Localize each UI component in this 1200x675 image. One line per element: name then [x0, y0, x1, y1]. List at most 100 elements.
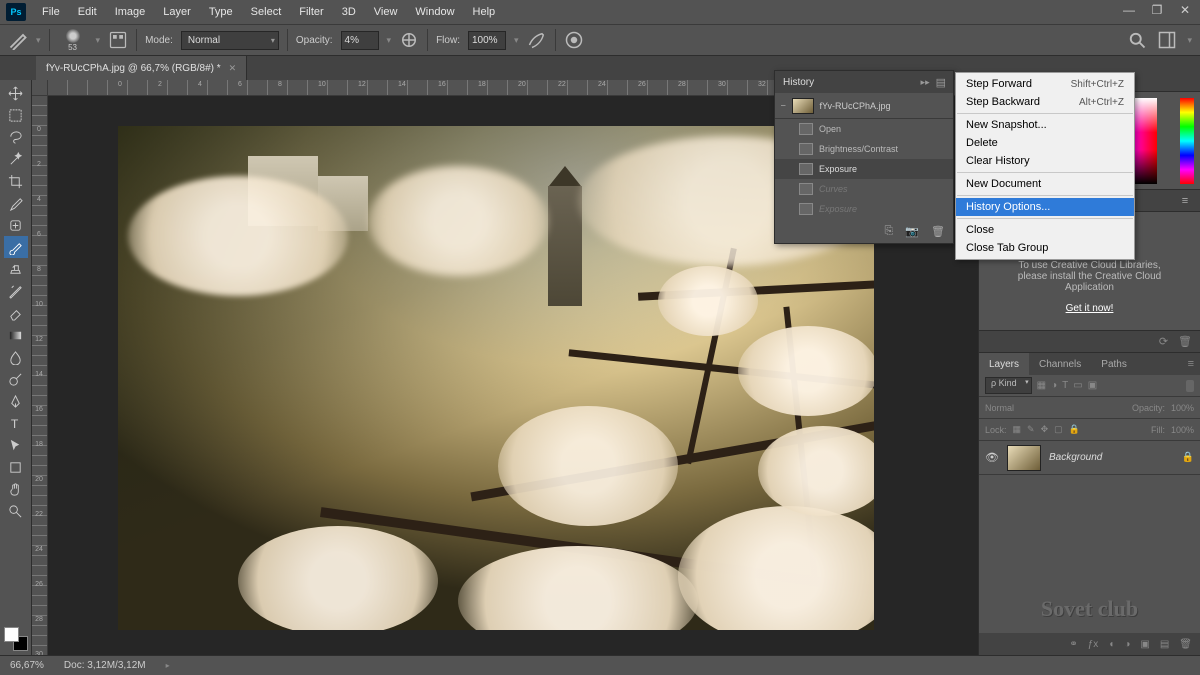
move-tool[interactable] [4, 82, 28, 104]
filter-shape-icon[interactable]: ▭ [1073, 380, 1082, 391]
flow-field[interactable]: 100% [468, 31, 506, 50]
doc-info[interactable]: Doc: 3,12M/3,12M [64, 660, 146, 671]
new-layer-icon[interactable]: ▤ [1160, 639, 1169, 650]
menu-image[interactable]: Image [107, 3, 154, 21]
history-step[interactable]: Curves [775, 179, 953, 199]
history-step[interactable]: Exposure [775, 199, 953, 219]
brush-tool[interactable] [4, 236, 28, 258]
pressure-size-icon[interactable] [564, 30, 584, 50]
menu-select[interactable]: Select [243, 3, 290, 21]
brush-preview[interactable]: 53 [58, 28, 88, 52]
color-swatches[interactable] [4, 627, 28, 651]
window-close-icon[interactable]: ✕ [1176, 3, 1194, 17]
hand-tool[interactable] [4, 478, 28, 500]
menu-help[interactable]: Help [465, 3, 504, 21]
context-menu-item[interactable]: New Document [956, 175, 1134, 193]
menu-3d[interactable]: 3D [334, 3, 364, 21]
hue-slider[interactable] [1180, 98, 1194, 184]
lock-position-icon[interactable]: ✥ [1041, 424, 1049, 435]
layer-opacity-value[interactable]: 100% [1171, 403, 1194, 413]
filter-kind-select[interactable]: ρ Kind [985, 377, 1032, 394]
tab-channels[interactable]: Channels [1029, 353, 1091, 375]
menu-window[interactable]: Window [407, 3, 462, 21]
fill-value[interactable]: 100% [1171, 425, 1194, 435]
context-menu-item[interactable]: New Snapshot... [956, 116, 1134, 134]
panel-menu-icon[interactable]: ≡ [1176, 193, 1194, 209]
window-restore-icon[interactable]: ❐ [1148, 3, 1166, 17]
filter-pixel-icon[interactable]: ▦ [1037, 380, 1046, 391]
layer-row[interactable]: 👁 Background 🔒 [979, 441, 1200, 475]
path-select-tool[interactable] [4, 434, 28, 456]
history-step[interactable]: Exposure [775, 159, 953, 179]
menu-layer[interactable]: Layer [155, 3, 199, 21]
fx-icon[interactable]: ƒx [1088, 639, 1099, 650]
layer-blend-select[interactable]: Normal [985, 403, 1053, 413]
group-icon[interactable]: ▣ [1140, 639, 1149, 650]
history-step[interactable]: Brightness/Contrast [775, 139, 953, 159]
text-tool[interactable]: T [4, 412, 28, 434]
trash-icon[interactable]: 🗑 [1178, 335, 1192, 348]
delete-layer-icon[interactable]: 🗑 [1179, 639, 1192, 650]
get-it-now-link[interactable]: Get it now! [1066, 303, 1114, 314]
menu-type[interactable]: Type [201, 3, 241, 21]
shape-tool[interactable] [4, 456, 28, 478]
visibility-icon[interactable]: 👁 [985, 451, 999, 464]
filter-toggle[interactable] [1186, 380, 1194, 392]
context-menu-item[interactable]: Step ForwardShift+Ctrl+Z [956, 75, 1134, 93]
context-menu-item[interactable]: Step BackwardAlt+Ctrl+Z [956, 93, 1134, 111]
history-brush-source-icon[interactable]: ⎯ [781, 100, 786, 111]
filter-smart-icon[interactable]: ▣ [1088, 380, 1097, 391]
layer-thumbnail[interactable] [1007, 445, 1041, 471]
panel-menu-icon[interactable]: ≡ [1188, 358, 1200, 370]
zoom-level[interactable]: 66,67% [10, 660, 44, 671]
history-source-row[interactable]: ⎯ fYv-RUcCPhA.jpg [775, 93, 953, 119]
brush-panel-toggle-icon[interactable] [108, 30, 128, 50]
ruler-vertical[interactable]: 024681012141618202224262830 [32, 96, 48, 655]
lock-all-icon[interactable]: 🔒 [1069, 424, 1080, 435]
context-menu-item[interactable]: Close Tab Group [956, 239, 1134, 257]
eraser-tool[interactable] [4, 302, 28, 324]
menu-edit[interactable]: Edit [70, 3, 105, 21]
dodge-tool[interactable] [4, 368, 28, 390]
search-icon[interactable] [1127, 30, 1147, 50]
blend-mode-select[interactable]: Normal [181, 31, 279, 50]
panel-menu-icon[interactable]: ▤ [936, 76, 945, 89]
zoom-tool[interactable] [4, 500, 28, 522]
document-tab[interactable]: fYv-RUcCPhA.jpg @ 66,7% (RGB/8#) * ✕ [36, 56, 247, 80]
tool-preset-icon[interactable] [8, 30, 28, 50]
chevron-collapse-icon[interactable]: ▸▸ [921, 77, 930, 88]
tab-paths[interactable]: Paths [1091, 353, 1137, 375]
lock-pixels-icon[interactable]: ▦ [1013, 424, 1022, 435]
filter-text-icon[interactable]: T [1062, 380, 1068, 391]
foreground-swatch[interactable] [4, 627, 19, 642]
history-panel-header[interactable]: History ▸▸ ▤ [775, 71, 953, 93]
adjustment-icon[interactable]: ◑ [1124, 639, 1130, 650]
mask-icon[interactable]: ◖ [1108, 639, 1114, 650]
context-menu-item[interactable]: Clear History [956, 152, 1134, 170]
marquee-tool[interactable] [4, 104, 28, 126]
clone-stamp-tool[interactable] [4, 258, 28, 280]
context-menu-item[interactable]: Close [956, 221, 1134, 239]
lock-artboard-icon[interactable]: ▢ [1054, 424, 1063, 435]
blur-tool[interactable] [4, 346, 28, 368]
close-tab-icon[interactable]: ✕ [229, 63, 237, 74]
layer-name[interactable]: Background [1049, 452, 1174, 463]
menu-view[interactable]: View [366, 3, 406, 21]
delete-state-icon[interactable]: 🗑 [931, 225, 945, 238]
new-document-from-state-icon[interactable]: ⎘ [885, 225, 894, 238]
gradient-tool[interactable] [4, 324, 28, 346]
lasso-tool[interactable] [4, 126, 28, 148]
new-snapshot-icon[interactable]: 📷 [905, 225, 919, 238]
context-menu-item[interactable]: History Options... [956, 198, 1134, 216]
window-minimize-icon[interactable]: — [1120, 3, 1138, 17]
cloud-sync-icon[interactable]: ⟳ [1159, 335, 1168, 348]
opacity-field[interactable]: 4% [341, 31, 379, 50]
menu-filter[interactable]: Filter [291, 3, 331, 21]
lock-paint-icon[interactable]: ✎ [1027, 424, 1035, 435]
context-menu-item[interactable]: Delete [956, 134, 1134, 152]
history-step[interactable]: Open [775, 119, 953, 139]
filter-adjust-icon[interactable]: ◑ [1051, 380, 1057, 391]
crop-tool[interactable] [4, 170, 28, 192]
airbrush-icon[interactable] [527, 30, 547, 50]
menu-file[interactable]: File [34, 3, 68, 21]
